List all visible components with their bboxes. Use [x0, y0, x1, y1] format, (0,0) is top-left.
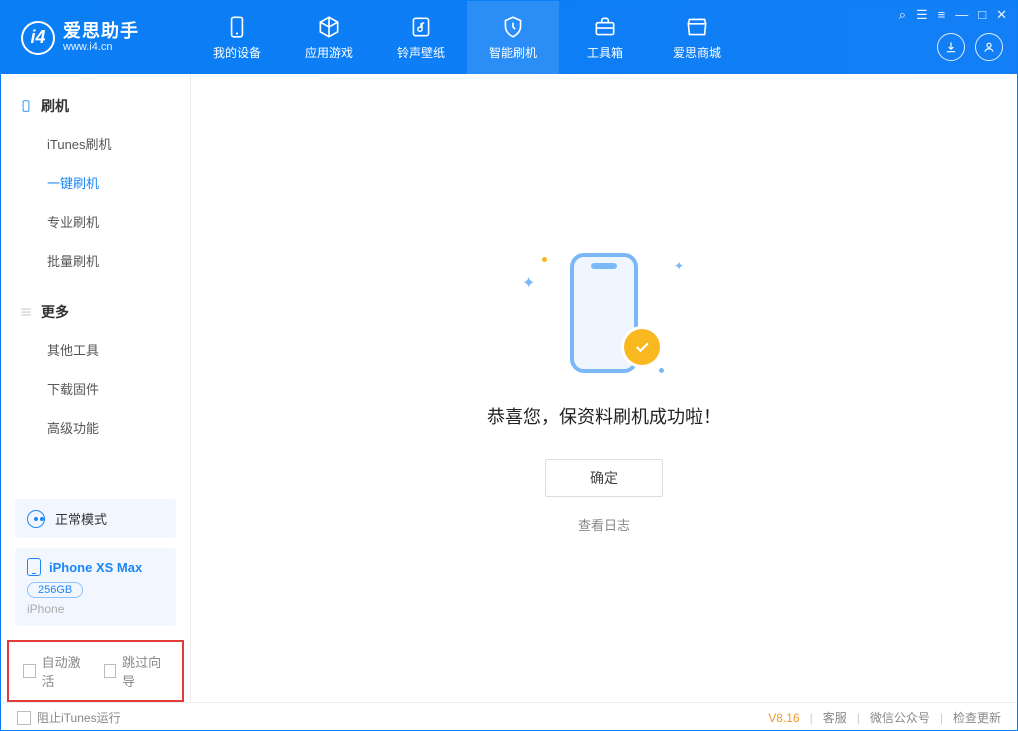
view-log-link[interactable]: 查看日志 [578, 515, 630, 534]
app-title: 爱思助手 [63, 22, 139, 42]
footer-link-wechat[interactable]: 微信公众号 [870, 709, 930, 726]
checkbox-label: 自动激活 [42, 652, 88, 690]
ok-button[interactable]: 确定 [545, 459, 663, 497]
checkbox-block-itunes[interactable]: 阻止iTunes运行 [17, 709, 121, 726]
device-type: iPhone [27, 602, 164, 616]
user-button[interactable] [975, 33, 1003, 61]
checkbox-icon [104, 664, 117, 678]
sidebar-title: 更多 [41, 302, 69, 322]
nav-tab-shop[interactable]: 爱思商城 [651, 1, 743, 74]
list-icon [19, 305, 33, 319]
sidebar-item-download[interactable]: 下载固件 [1, 369, 190, 408]
close-button[interactable]: ✕ [996, 7, 1007, 23]
nav-label: 工具箱 [587, 44, 623, 61]
nav-tab-toolbox[interactable]: 工具箱 [559, 1, 651, 74]
device-capacity: 256GB [27, 582, 83, 598]
cube-icon [316, 14, 342, 40]
logo-icon: i4 [21, 21, 55, 55]
main-content: ✦ ✦ 恭喜您，保资料刷机成功啦！ 确定 查看日志 [191, 74, 1017, 702]
download-button[interactable] [937, 33, 965, 61]
nav-label: 铃声壁纸 [397, 44, 445, 61]
list-icon[interactable]: ☰ [916, 7, 928, 23]
nav-tabs: 我的设备 应用游戏 铃声壁纸 智能刷机 工具箱 爱思商城 [191, 1, 937, 74]
nav-label: 爱思商城 [673, 44, 721, 61]
checkbox-label: 跳过向导 [122, 652, 168, 690]
device-box[interactable]: iPhone XS Max 256GB iPhone [15, 548, 176, 626]
device-icon [224, 14, 250, 40]
sidebar-title: 刷机 [41, 96, 69, 116]
nav-tab-ringtones[interactable]: 铃声壁纸 [375, 1, 467, 74]
sidebar-item-itunes[interactable]: iTunes刷机 [1, 124, 190, 163]
sidebar: 刷机 iTunes刷机 一键刷机 专业刷机 批量刷机 更多 其他工具 下载固件 … [1, 74, 191, 702]
shirt-icon[interactable]: ⌕ [899, 7, 906, 23]
dot-icon [659, 368, 664, 373]
footer: 阻止iTunes运行 V8.16 | 客服 | 微信公众号 | 检查更新 [1, 702, 1017, 731]
mode-label: 正常模式 [55, 509, 107, 528]
nav-tab-device[interactable]: 我的设备 [191, 1, 283, 74]
sidebar-item-batch[interactable]: 批量刷机 [1, 241, 190, 280]
sidebar-item-oneclick[interactable]: 一键刷机 [1, 163, 190, 202]
minimize-button[interactable]: — [955, 7, 968, 23]
nav-label: 智能刷机 [489, 44, 537, 61]
sidebar-section-flash: 刷机 iTunes刷机 一键刷机 专业刷机 批量刷机 [1, 74, 190, 280]
sidebar-header: 刷机 [1, 88, 190, 124]
nav-tab-flash[interactable]: 智能刷机 [467, 1, 559, 74]
title-bar: i4 爱思助手 www.i4.cn 我的设备 应用游戏 铃声壁纸 智能刷机 [1, 1, 1017, 74]
sparkle-icon: ✦ [674, 259, 684, 273]
checkbox-auto-activate[interactable]: 自动激活 [23, 652, 88, 690]
shield-icon [500, 14, 526, 40]
mode-box[interactable]: 正常模式 [15, 499, 176, 538]
dot-icon [542, 257, 547, 262]
nav-label: 应用游戏 [305, 44, 353, 61]
window-controls: ⌕ ☰ ≡ — □ ✕ [899, 7, 1007, 23]
checkbox-label: 阻止iTunes运行 [37, 709, 121, 726]
nav-tab-apps[interactable]: 应用游戏 [283, 1, 375, 74]
phone-icon [27, 558, 41, 576]
shop-icon [684, 14, 710, 40]
sidebar-item-pro[interactable]: 专业刷机 [1, 202, 190, 241]
app-url: www.i4.cn [63, 41, 139, 53]
logo-area: i4 爱思助手 www.i4.cn [1, 1, 191, 74]
version-label: V8.16 [768, 711, 799, 725]
nav-label: 我的设备 [213, 44, 261, 61]
success-message: 恭喜您，保资料刷机成功啦！ [487, 403, 721, 429]
success-illustration: ✦ ✦ [514, 243, 694, 383]
checkbox-skip-guide[interactable]: 跳过向导 [104, 652, 169, 690]
logo-text: 爱思助手 www.i4.cn [63, 22, 139, 54]
checkbox-icon [23, 664, 36, 678]
sidebar-header-more: 更多 [1, 294, 190, 330]
menu-icon[interactable]: ≡ [938, 7, 946, 23]
sidebar-item-other[interactable]: 其他工具 [1, 330, 190, 369]
toolbox-icon [592, 14, 618, 40]
checkmark-badge-icon [624, 329, 660, 365]
checkbox-icon [17, 711, 31, 725]
mode-icon [27, 510, 45, 528]
app-window: i4 爱思助手 www.i4.cn 我的设备 应用游戏 铃声壁纸 智能刷机 [0, 0, 1018, 731]
options-highlighted: 自动激活 跳过向导 [7, 640, 184, 702]
footer-link-update[interactable]: 检查更新 [953, 709, 1001, 726]
music-icon [408, 14, 434, 40]
device-name: iPhone XS Max [49, 560, 142, 575]
sidebar-section-more: 更多 其他工具 下载固件 高级功能 [1, 280, 190, 447]
footer-link-support[interactable]: 客服 [823, 709, 847, 726]
sidebar-item-advanced[interactable]: 高级功能 [1, 408, 190, 447]
sparkle-icon: ✦ [522, 273, 535, 293]
phone-outline-icon [19, 99, 33, 113]
body: 刷机 iTunes刷机 一键刷机 专业刷机 批量刷机 更多 其他工具 下载固件 … [1, 74, 1017, 702]
maximize-button[interactable]: □ [978, 7, 986, 23]
footer-right: V8.16 | 客服 | 微信公众号 | 检查更新 [768, 709, 1001, 726]
